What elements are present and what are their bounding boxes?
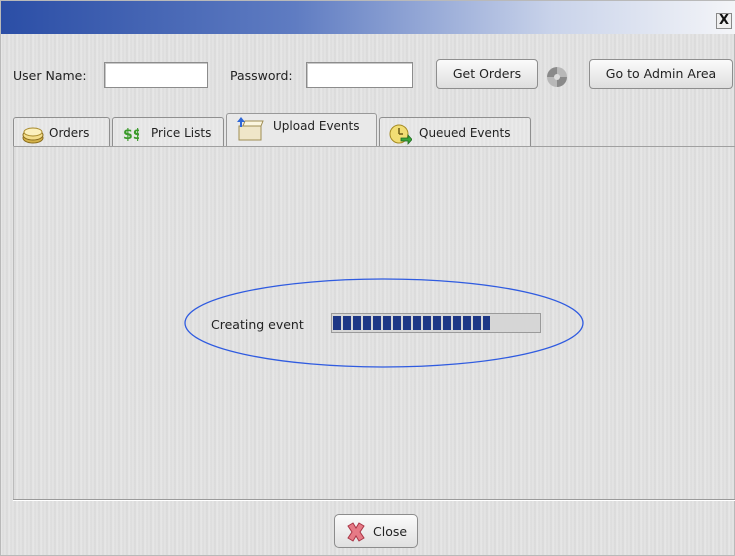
orders-icon: [22, 127, 44, 144]
username-input[interactable]: [104, 62, 208, 88]
queued-events-icon: [389, 124, 412, 146]
close-button[interactable]: Close: [334, 514, 418, 548]
password-input[interactable]: [306, 62, 413, 88]
svg-text:$$: $$: [123, 127, 139, 143]
tab-price-lists[interactable]: $$ Price Lists: [112, 117, 224, 147]
close-button-label: Close: [373, 524, 408, 539]
username-label: User Name:: [13, 68, 87, 83]
tab-upload-events[interactable]: Upload Events: [226, 113, 377, 147]
close-icon: [347, 522, 365, 542]
tab-orders[interactable]: Orders: [13, 117, 110, 147]
tab-price-lists-label: Price Lists: [151, 126, 212, 140]
login-row: User Name: Password: Get Orders Go to Ad…: [1, 51, 735, 91]
password-label: Password:: [230, 68, 293, 83]
app-window: X User Name: Password: Get Orders Go to …: [0, 0, 735, 556]
tab-queued-events-label: Queued Events: [419, 126, 511, 140]
upload-events-icon: [237, 117, 264, 141]
title-bar[interactable]: X: [1, 1, 735, 34]
get-orders-button[interactable]: Get Orders: [436, 59, 538, 89]
progress-label: Creating event: [211, 317, 304, 332]
tab-upload-events-label: Upload Events: [273, 119, 360, 133]
go-to-admin-area-button[interactable]: Go to Admin Area: [589, 59, 733, 89]
footer-separator: [13, 499, 735, 501]
progress-bar: [331, 313, 541, 333]
loading-spinner-icon: [547, 67, 567, 87]
progress-bar-fill: [333, 316, 490, 330]
tab-orders-label: Orders: [49, 126, 90, 140]
tab-queued-events[interactable]: Queued Events: [379, 117, 531, 147]
progress-group: Creating event: [183, 277, 585, 369]
price-lists-icon: $$: [123, 127, 139, 143]
window-close-button[interactable]: X: [716, 13, 732, 29]
